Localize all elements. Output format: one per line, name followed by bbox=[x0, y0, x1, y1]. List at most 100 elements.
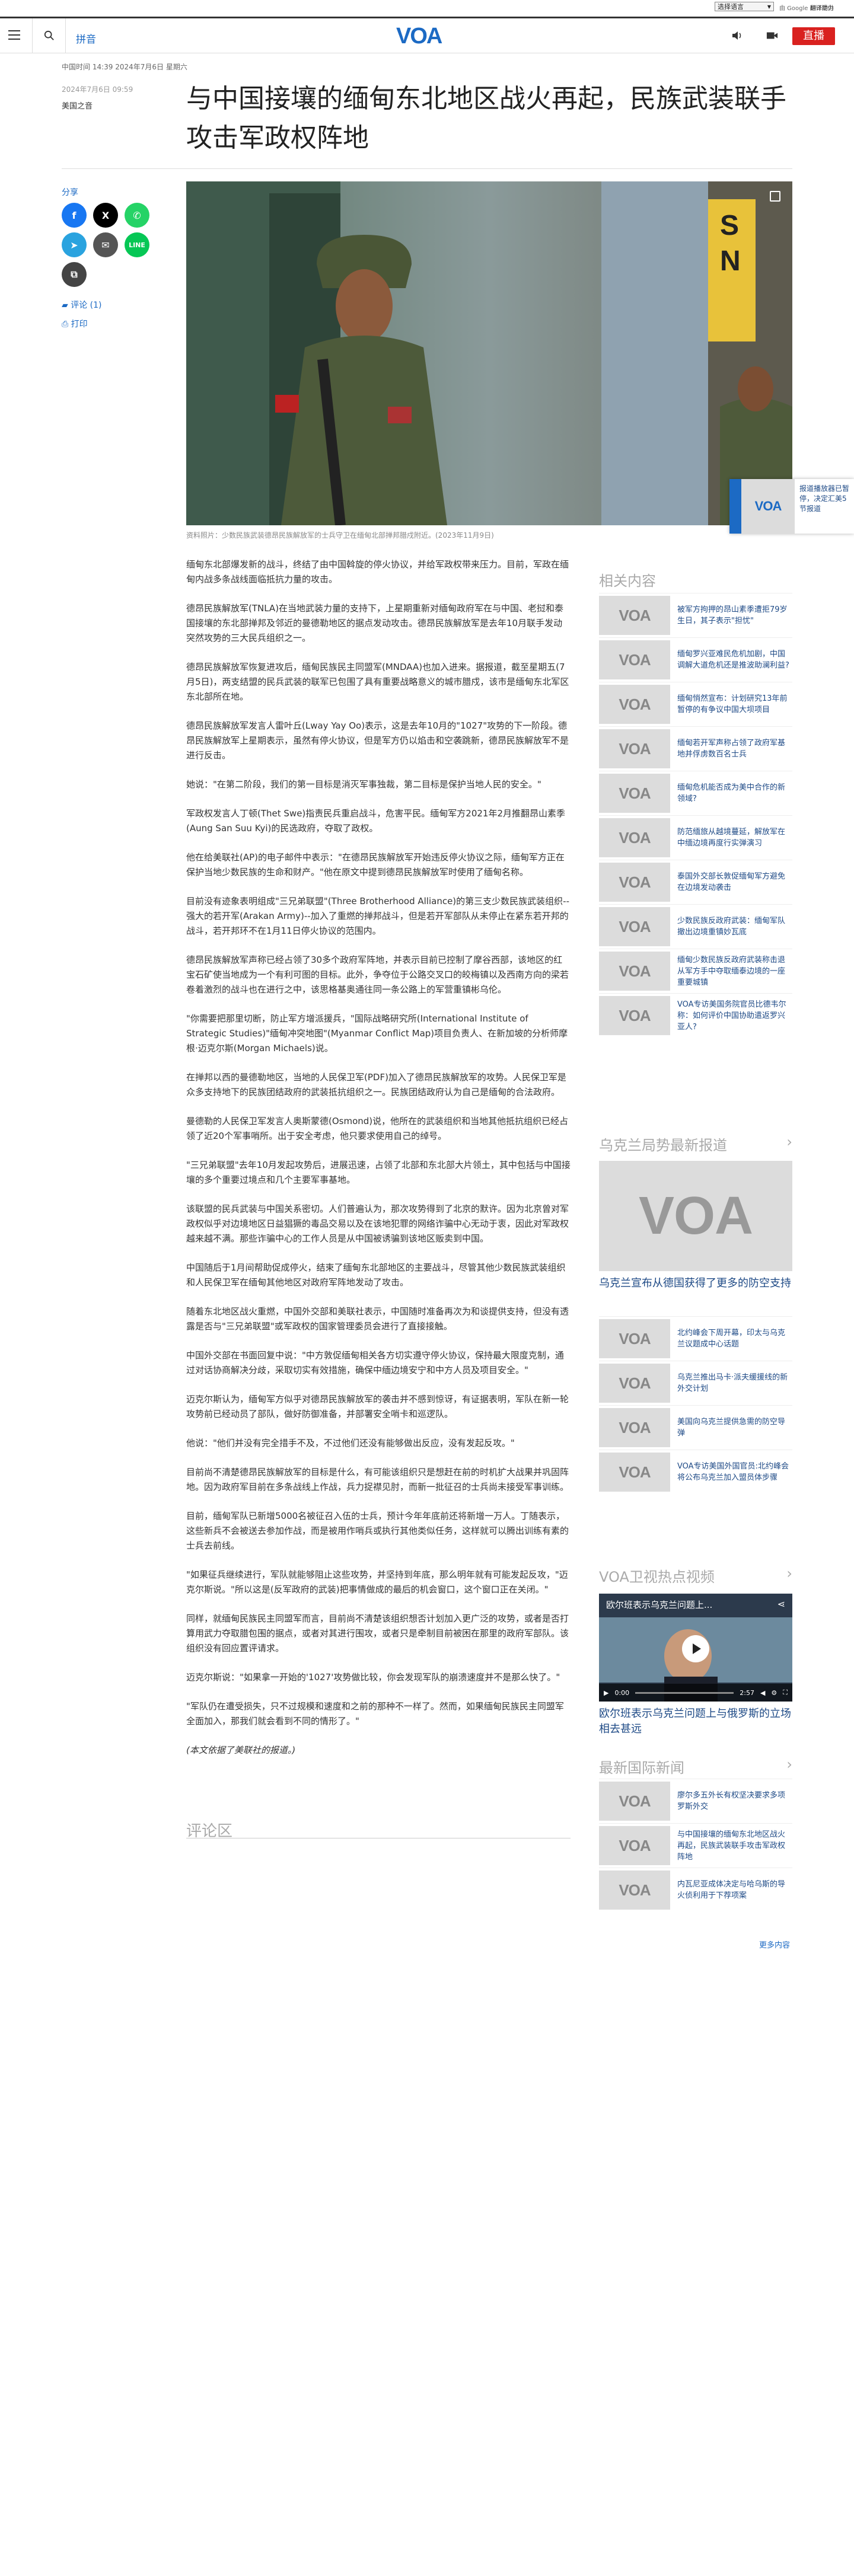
related-item-title: 缅甸若开军声称占领了政府军基地并俘虏数百名士兵 bbox=[677, 739, 786, 759]
ukraine-feature-title[interactable]: 乌克兰宣布从德国获得了更多的防空支持 bbox=[599, 1276, 792, 1291]
related-item[interactable]: VOA 缅甸悄然宣布：计划研究13年前暂停的有争议中国大坝项目 bbox=[599, 682, 792, 726]
copy-icon: ⧉ bbox=[71, 269, 78, 280]
language-select[interactable]: 选择语言 ▼ bbox=[715, 2, 774, 11]
related-item[interactable]: VOA 被军方拘押的昂山素季遭拒79岁生日，其子表示"担忧" bbox=[599, 593, 792, 637]
voa-placeholder-logo: VOA bbox=[619, 1881, 651, 1899]
translate-help-link[interactable]: 翻译助力 bbox=[810, 3, 834, 12]
volume-icon[interactable]: ◀ bbox=[760, 1689, 765, 1697]
thumbnail-image: VOA bbox=[599, 1870, 670, 1910]
video-heading[interactable]: VOA卫视热点视频 › bbox=[599, 1565, 792, 1586]
play-icon bbox=[693, 1643, 701, 1654]
line-share-button[interactable]: LINE bbox=[125, 232, 149, 257]
copy-link-button[interactable]: ⧉ bbox=[62, 262, 87, 287]
related-item[interactable]: VOA 泰国外交部长敦促缅甸军方避免在边境发动袭击 bbox=[599, 860, 792, 904]
telegram-share-button[interactable]: ➤ bbox=[62, 232, 87, 257]
audio-icon[interactable] bbox=[731, 30, 743, 41]
x-icon: X bbox=[101, 209, 110, 221]
whatsapp-share-button[interactable]: ✆ bbox=[125, 203, 149, 228]
comments-link[interactable]: ▰ 评论 (1) bbox=[62, 299, 102, 311]
comment-icon: ▰ bbox=[62, 301, 71, 310]
share-icon[interactable]: ⋖ bbox=[777, 1598, 785, 1610]
related-item[interactable]: VOA 缅甸少数民族反政府武装称击退从军方手中夺取缅泰边境的一座重要城镇 bbox=[599, 949, 792, 993]
article-paragraph: (本文依据了美联社的报道。) bbox=[186, 1745, 296, 1755]
voa-placeholder-logo: VOA bbox=[619, 1006, 651, 1024]
site-header: 拼音 VOA 直播 bbox=[0, 17, 854, 53]
search-icon[interactable] bbox=[44, 30, 55, 41]
photo-caption: 资料照片：少数民族武装德昂民族解放军的士兵守卫在缅甸北部掸邦腊戍附近。(2023… bbox=[186, 531, 494, 540]
menu-icon[interactable] bbox=[8, 30, 20, 40]
duration: 2:57 bbox=[740, 1688, 754, 1697]
ukraine-item[interactable]: VOA 乌克兰推出马卡·派夫缓援线的新外交计划 bbox=[599, 1361, 792, 1405]
pinyin-link[interactable]: 拼音 bbox=[76, 31, 96, 46]
voa-placeholder-logo: VOA bbox=[619, 1836, 651, 1854]
thumbnail-image: VOA bbox=[599, 1364, 670, 1403]
live-button[interactable]: 直播 bbox=[792, 27, 835, 45]
ukraine-item[interactable]: VOA 美国向乌克兰提供急需的防空导弹 bbox=[599, 1405, 792, 1450]
hero-photo[interactable]: S N bbox=[186, 181, 792, 525]
play-icon[interactable]: ▶ bbox=[604, 1689, 608, 1697]
x-share-button[interactable]: X bbox=[93, 203, 118, 228]
article-paragraph: 目前，缅甸军队已新增5000名被征召入伍的士兵，预计今年年底前还将新增一万人。丁… bbox=[186, 1511, 569, 1551]
fullscreen-icon[interactable] bbox=[770, 191, 780, 202]
voa-placeholder-logo: VOA bbox=[638, 1186, 753, 1246]
soldier-photo: S N bbox=[186, 181, 792, 525]
article-paragraph: 曼德勒的人民保卫军发言人奥斯蒙德(Osmond)说，他所在的武装组织和当地其他抵… bbox=[186, 1116, 569, 1141]
thumbnail-image: VOA bbox=[599, 818, 670, 857]
voa-logo[interactable]: VOA bbox=[396, 24, 458, 49]
floating-audio-player[interactable]: VOA 报道播放器已暂停，决定汇美5节报道 bbox=[729, 479, 854, 534]
related-item[interactable]: VOA 缅甸罗兴亚难民危机加剧，中国调解大道危机还是推波助澜利益? bbox=[599, 637, 792, 682]
progress-bar[interactable] bbox=[635, 1691, 734, 1694]
ukraine-item[interactable]: VOA VOA专访美国外国官员:北约峰会将公布乌克兰加入盟员体步骤 bbox=[599, 1450, 792, 1494]
thumbnail-image: VOA bbox=[599, 640, 670, 679]
email-share-button[interactable]: ✉ bbox=[93, 232, 118, 257]
play-button[interactable] bbox=[682, 1635, 709, 1662]
intl-heading[interactable]: 最新国际新闻 › bbox=[599, 1756, 792, 1777]
language-select-value: 选择语言 bbox=[718, 3, 744, 11]
related-item-title: 缅甸悄然宣布：计划研究13年前暂停的有争议中国大坝项目 bbox=[677, 694, 788, 714]
article-paragraph: 目前没有迹象表明组成"三兄弟联盟"(Three Brotherhood Alli… bbox=[186, 896, 569, 936]
related-item-title: VOA专访美国务院官员比德韦尔称：如何评价中国协助遣返罗兴亚人? bbox=[677, 1000, 786, 1032]
related-item[interactable]: VOA 缅甸若开军声称占领了政府军基地并俘虏数百名士兵 bbox=[599, 726, 792, 771]
related-item-title: 缅甸少数民族反政府武装称击退从军方手中夺取缅泰边境的一座重要城镇 bbox=[677, 955, 786, 987]
intl-item-title: 内瓦尼亚成体决定与哈乌斯的导火侦利用于下荐项案 bbox=[677, 1880, 786, 1900]
svg-text:N: N bbox=[720, 245, 741, 277]
telegram-icon: ➤ bbox=[70, 239, 78, 251]
source-label: 美国之音 bbox=[62, 102, 93, 111]
thumbnail-image: VOA bbox=[599, 863, 670, 902]
video-title[interactable]: 欧尔班表示乌克兰问题上与俄罗斯的立场相去甚远 bbox=[599, 1706, 792, 1737]
article-paragraph: 缅甸东北部爆发新的战斗，终结了由中国斡旋的停火协议，并给军政权带来压力。目前，军… bbox=[186, 559, 569, 585]
settings-icon[interactable]: ⚙ bbox=[771, 1689, 777, 1697]
print-link[interactable]: ⎙ 打印 bbox=[62, 318, 88, 330]
related-item[interactable]: VOA 少数民族反政府武装：缅甸军队撤出边境重镇妙瓦底 bbox=[599, 904, 792, 949]
video-player[interactable]: 欧尔班表示乌克兰问题上... ⋖ ▶ 0:00 2:57 ◀ ⚙ ⛶ bbox=[599, 1594, 792, 1702]
more-link[interactable]: 更多内容 bbox=[759, 1939, 790, 1950]
ukraine-item-title: 北约峰会下周开幕，印太与乌克兰议题成中心话题 bbox=[677, 1329, 786, 1349]
intl-item[interactable]: VOA 内瓦尼亚成体决定与哈乌斯的导火侦利用于下荐项案 bbox=[599, 1868, 792, 1912]
ukraine-item[interactable]: VOA 北约峰会下周开幕，印太与乌克兰议题成中心话题 bbox=[599, 1316, 792, 1361]
fullscreen-icon[interactable]: ⛶ bbox=[783, 1688, 788, 1697]
chevron-down-icon: ▼ bbox=[767, 4, 771, 9]
intl-item[interactable]: VOA 廖尔多五外长有权坚决要求多项罗斯外交 bbox=[599, 1779, 792, 1823]
thumbnail-image: VOA bbox=[599, 596, 670, 635]
ukraine-list: VOA 北约峰会下周开幕，印太与乌克兰议题成中心话题 VOA 乌克兰推出马卡·派夫缓援… bbox=[599, 1316, 792, 1494]
svg-text:S: S bbox=[720, 210, 739, 241]
article-paragraph: 中国外交部在书面回复中说："中方敦促缅甸相关各方切实遵守停火协议，保持最大限度克… bbox=[186, 1350, 564, 1375]
dateline: 中国时间 14:39 2024年7月6日 星期六 bbox=[62, 63, 187, 71]
article-paragraph: 她说："在第二阶段，我们的第一目标是消灭军事独裁，第二目标是保护当地人民的安全。… bbox=[186, 779, 541, 790]
article-paragraph: 迈克尔斯认为，缅甸军方似乎对德昂民族解放军的袭击并不感到惊讶，有证据表明，军队在… bbox=[186, 1394, 569, 1419]
video-icon[interactable] bbox=[766, 30, 778, 41]
current-time: 0:00 bbox=[614, 1688, 630, 1697]
related-item[interactable]: VOA 防范缅旅从越境蔓延，解放军在中缅边境再度行实弹演习 bbox=[599, 815, 792, 860]
voa-placeholder-logo: VOA bbox=[619, 1418, 651, 1437]
chevron-right-icon: › bbox=[786, 1565, 792, 1582]
related-item[interactable]: VOA 缅甸危机能否成为美中合作的新领域? bbox=[599, 771, 792, 815]
intl-list: VOA 廖尔多五外长有权坚决要求多项罗斯外交 VOA 与中国接壤的缅甸东北地区战火再起… bbox=[599, 1779, 792, 1912]
facebook-share-button[interactable]: f bbox=[62, 203, 87, 228]
ukraine-heading[interactable]: 乌克兰局势最新报道 › bbox=[599, 1134, 792, 1154]
article-paragraph: 他在给美联社(AP)的电子邮件中表示："在德昂民族解放军开始违反停火协议之际，缅… bbox=[186, 852, 565, 877]
related-item-title: 缅甸罗兴亚难民危机加剧，中国调解大道危机还是推波助澜利益? bbox=[677, 650, 789, 670]
related-item[interactable]: VOA VOA专访美国务院官员比德韦尔称：如何评价中国协助遣返罗兴亚人? bbox=[599, 993, 792, 1038]
ukraine-item-title: 乌克兰推出马卡·派夫缓援线的新外交计划 bbox=[677, 1373, 788, 1393]
ukraine-feature-image[interactable]: VOA bbox=[599, 1161, 792, 1271]
intl-item[interactable]: VOA 与中国接壤的缅甸东北地区战火再起，民族武装联手攻击军政权阵地 bbox=[599, 1823, 792, 1868]
